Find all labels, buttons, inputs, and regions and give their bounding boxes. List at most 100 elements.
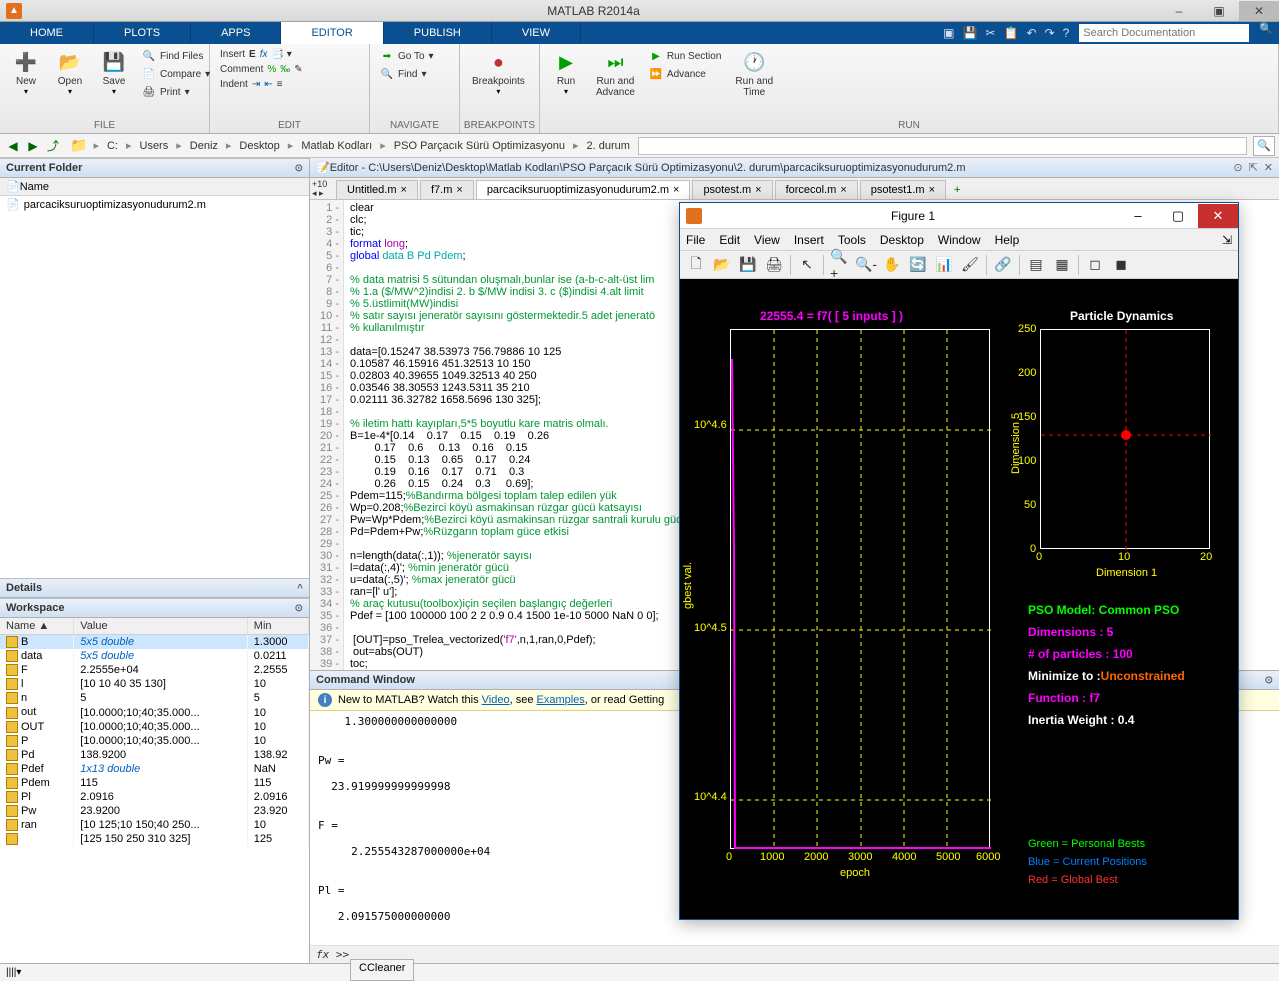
tab-close-icon[interactable]: × [456,184,462,196]
run-button[interactable]: ▶Run▾ [546,48,586,98]
workspace-row[interactable]: data5x5 double0.0211 [0,649,309,663]
file-tab[interactable]: psotest.m × [692,180,772,199]
qat-icon[interactable]: 💾 [963,26,978,40]
chevron-up-icon[interactable]: ^ [297,583,303,594]
zoomout-icon[interactable]: 🔍- [856,255,876,275]
open-button[interactable]: 📂Open▾ [50,48,90,98]
nav-up-icon[interactable]: ⤴ [44,137,62,155]
menu-edit[interactable]: Edit [719,233,740,247]
indent-button[interactable]: Indent ⇥ ⇤ ≡ [216,78,307,91]
editor-dropdown-icon[interactable]: ⊙ [1233,161,1242,174]
tab-close-icon[interactable]: × [673,184,679,196]
show-tools-icon[interactable]: ◼ [1111,255,1131,275]
open-fig-icon[interactable]: 📂 [712,255,732,275]
crumb[interactable]: Matlab Kodları [299,140,374,152]
menu-dock-icon[interactable]: ⇲ [1222,233,1232,247]
brush-icon[interactable]: 🖌 [960,255,980,275]
new-button[interactable]: ➕New▾ [6,48,46,98]
tab-close-icon[interactable]: × [840,184,846,196]
workspace-row[interactable]: P[10.0000;10;40;35.000...10 [0,734,309,748]
save-button[interactable]: 💾Save▾ [94,48,134,98]
run-section-button[interactable]: ▶Run Section [645,48,725,64]
crumb[interactable]: C: [105,140,120,152]
workspace-row[interactable]: ran[10 125;10 150;40 250...10 [0,818,309,832]
menu-tools[interactable]: Tools [838,233,866,247]
menu-help[interactable]: Help [995,233,1020,247]
workspace-row[interactable]: l[10 10 40 35 130]10 [0,677,309,691]
crumb[interactable]: Users [138,140,171,152]
run-time-button[interactable]: 🕐Run and Time [729,48,779,100]
folder-icon[interactable]: 📁 [70,137,87,154]
tab-apps[interactable]: APPS [191,22,281,44]
file-tab[interactable]: psotest1.m × [860,180,946,199]
editor-undock-icon[interactable]: ⇱ [1249,161,1258,174]
run-advance-button[interactable]: ⏭Run and Advance [590,48,641,100]
hide-tools-icon[interactable]: ◻ [1085,255,1105,275]
path-search-icon[interactable]: 🔍 [1253,136,1275,156]
video-link[interactable]: Video [482,694,510,706]
zoomin-icon[interactable]: 🔍+ [830,255,850,275]
minimize-button[interactable]: – [1159,1,1199,21]
workspace-row[interactable]: OUT[10.0000;10;40;35.000...10 [0,720,309,734]
workspace-row[interactable]: B5x5 double1.3000 [0,635,309,650]
fig-close-button[interactable]: ✕ [1198,204,1238,228]
file-tab[interactable]: f7.m × [420,180,474,199]
search-icon[interactable]: 🔍 [1253,22,1279,44]
nav-fwd-icon[interactable]: ▶ [24,137,42,155]
workspace-row[interactable]: Pd138.9200138.92 [0,748,309,762]
file-tab[interactable]: parcaciksuruoptimizasyonudurum2.m × [476,180,691,199]
menu-file[interactable]: File [686,233,705,247]
link-icon-1[interactable]: 🔗 [993,255,1013,275]
tab-close-icon[interactable]: × [755,184,761,196]
close-button[interactable]: ✕ [1239,1,1279,21]
ws-col-value[interactable]: Value [74,618,248,635]
findfiles-button[interactable]: 🔍Find Files [138,48,214,64]
crumb[interactable]: Deniz [188,140,220,152]
workspace-row[interactable]: Pl2.09162.0916 [0,790,309,804]
doc-search-input[interactable] [1079,24,1249,42]
tab-plots[interactable]: PLOTS [94,22,191,44]
comment-button[interactable]: Comment % ‰ ✎ [216,63,307,76]
tab-publish[interactable]: PUBLISH [384,22,492,44]
panel-dropdown-icon[interactable]: ⊙ [1265,675,1273,686]
menu-insert[interactable]: Insert [794,233,824,247]
tab-close-icon[interactable]: × [929,184,935,196]
pointer-icon[interactable]: ↖ [797,255,817,275]
tab-editor[interactable]: EDITOR [281,22,383,44]
file-tab[interactable]: forcecol.m × [775,180,858,199]
editor-close-icon[interactable]: ✕ [1264,161,1273,174]
tab-close-icon[interactable]: × [401,184,407,196]
nav-back-icon[interactable]: ◀ [4,137,22,155]
cf-col-name[interactable]: Name [20,181,49,193]
advance-button[interactable]: ⏩Advance [645,66,725,82]
qat-icon[interactable]: ✂ [985,26,995,40]
tab-view[interactable]: VIEW [492,22,581,44]
panel-dropdown-icon[interactable]: ⊙ [295,603,303,614]
workspace-row[interactable]: F2.2555e+042.2555 [0,663,309,677]
crumb[interactable]: 2. durum [585,140,632,152]
file-item[interactable]: 📄parcaciksuruoptimizasyonudurum2.m [0,196,309,213]
print-button[interactable]: 🖨Print ▾ [138,84,214,100]
print-fig-icon[interactable]: 🖨 [764,255,784,275]
ws-col-min[interactable]: Min [247,618,308,635]
crumb[interactable]: PSO Parçacık Sürü Optimizasyonu [392,140,567,152]
fig-maximize-button[interactable]: ▢ [1158,204,1198,228]
qat-icon[interactable]: ↶ [1026,26,1036,40]
breakpoints-button[interactable]: ●Breakpoints▾ [466,48,531,98]
taskbar-button[interactable]: CCleaner [350,959,414,981]
qat-icon[interactable]: 📋 [1004,26,1019,40]
qat-icon[interactable]: ? [1063,26,1070,40]
menu-desktop[interactable]: Desktop [880,233,924,247]
maximize-button[interactable]: ▣ [1199,1,1239,21]
menu-view[interactable]: View [754,233,780,247]
figure-plot-area[interactable]: 22555.4 = f7( [ 5 inputs ] ) 10^4.6 10^4… [680,279,1238,919]
qat-icon[interactable]: ▣ [943,26,954,40]
panel-dropdown-icon[interactable]: ⊙ [295,163,303,174]
file-tab[interactable]: Untitled.m × [336,180,418,199]
crumb[interactable]: Desktop [237,140,281,152]
save-fig-icon[interactable]: 💾 [738,255,758,275]
rotate-icon[interactable]: 🔄 [908,255,928,275]
workspace-row[interactable]: Pw23.920023.920 [0,804,309,818]
ws-col-name[interactable]: Name ▲ [0,618,74,635]
add-tab-button[interactable]: + [948,181,966,199]
